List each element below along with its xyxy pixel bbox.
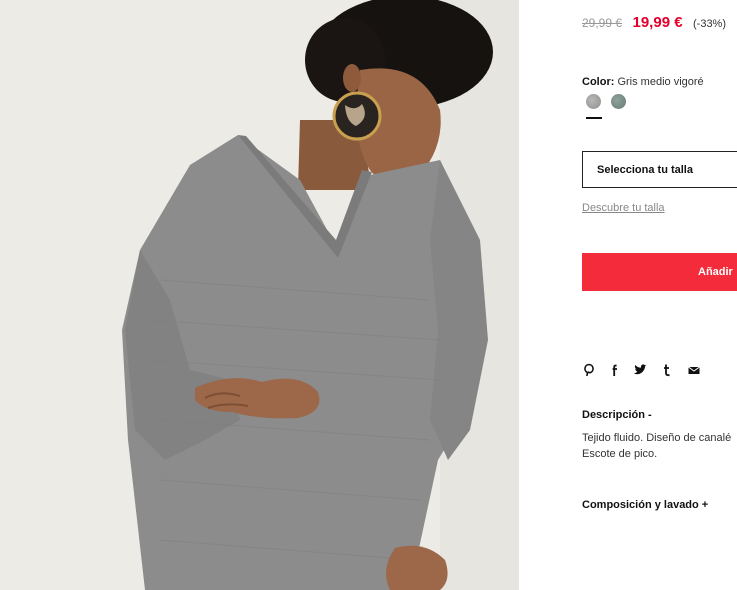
add-to-bag-button[interactable]: Añadir (582, 253, 737, 291)
description-line: Escote de pico. (582, 448, 658, 460)
composition-toggle[interactable]: Composición y lavado + (582, 499, 708, 511)
color-label-title: Color: (582, 76, 615, 88)
old-price: 29,99 € (582, 16, 623, 30)
pinterest-icon[interactable] (582, 363, 596, 377)
description-line: Tejido fluido. Diseño de canalé (582, 432, 732, 444)
sale-price: 19,99 € (632, 14, 683, 31)
tumblr-icon[interactable] (660, 363, 674, 377)
twitter-icon[interactable] (633, 363, 647, 377)
selected-swatch-indicator (586, 117, 602, 119)
product-info-panel: 29,99 € 19,99 € (-33%) Color: Gris medio… (519, 0, 737, 590)
color-label: Color: Gris medio vigoré (582, 76, 704, 88)
model-illustration (0, 0, 519, 590)
facebook-icon[interactable] (608, 363, 622, 377)
color-value: Gris medio vigoré (617, 76, 704, 88)
product-image[interactable] (0, 0, 519, 590)
color-swatch-gray[interactable] (586, 94, 601, 109)
discount-badge: (-33%) (693, 18, 727, 30)
size-guide-link[interactable]: Descubre tu talla (582, 202, 665, 214)
email-icon[interactable] (687, 363, 701, 377)
description-toggle[interactable]: Descripción - (582, 409, 652, 421)
price-row: 29,99 € 19,99 € (-33%) (582, 14, 726, 32)
color-swatch-green-gray[interactable] (611, 94, 626, 109)
size-select[interactable]: Selecciona tu talla (582, 151, 737, 188)
